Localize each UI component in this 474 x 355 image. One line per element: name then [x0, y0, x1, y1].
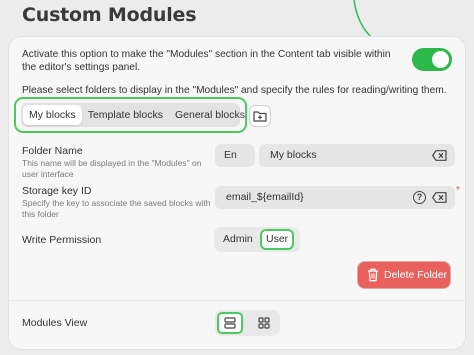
delete-folder-button[interactable]: Delete Folder	[358, 262, 450, 288]
modules-description: Activate this option to make the "Module…	[22, 49, 391, 73]
folder-name-input[interactable]: My blocks	[259, 144, 455, 167]
toggle-knob	[432, 51, 449, 68]
storage-key-label: Storage key ID	[22, 185, 92, 197]
settings-panel: Activate this option to make the "Module…	[9, 37, 465, 349]
divider	[9, 300, 465, 301]
folder-name-label: Folder Name	[22, 145, 83, 157]
tab-general-blocks[interactable]: General blocks	[169, 105, 251, 125]
folder-name-value: My blocks	[270, 149, 317, 161]
list-view-button[interactable]	[217, 312, 243, 334]
storage-key-help: Specify the key to associate the saved b…	[22, 198, 211, 219]
modules-view-label: Modules View	[22, 317, 88, 329]
folders-instruction: Please select folders to display in the …	[22, 85, 447, 96]
permission-admin-button[interactable]: Admin	[217, 229, 259, 250]
trash-icon	[368, 268, 378, 282]
folder-tabs: My blocks Template blocks General blocks	[14, 97, 247, 133]
storage-key-input[interactable]: email_${emailId} ?	[215, 186, 455, 209]
list-view-icon	[224, 317, 236, 329]
tab-my-blocks[interactable]: My blocks	[23, 105, 82, 125]
folder-name-help: This name will be displayed in the "Modu…	[22, 158, 202, 179]
grid-view-button[interactable]	[251, 312, 277, 334]
language-select[interactable]: En	[215, 144, 255, 167]
clear-icon[interactable]	[432, 192, 447, 203]
required-marker: *	[456, 185, 460, 196]
write-permission-toggle: Admin User	[214, 227, 300, 252]
storage-key-value: email_${emailId}	[226, 191, 304, 203]
permission-user-button[interactable]: User	[260, 229, 295, 250]
tab-template-blocks[interactable]: Template blocks	[82, 105, 169, 125]
modules-toggle[interactable]	[412, 48, 452, 71]
modules-view-toggle	[215, 310, 280, 336]
grid-view-icon	[258, 317, 270, 329]
write-permission-label: Write Permission	[22, 234, 102, 246]
add-folder-button[interactable]	[249, 105, 271, 127]
clear-icon[interactable]	[432, 150, 447, 161]
delete-folder-label: Delete Folder	[384, 269, 448, 281]
folder-tabs-track: My blocks Template blocks General blocks	[21, 103, 245, 127]
help-icon[interactable]: ?	[413, 191, 426, 204]
page-title: Custom Modules	[22, 4, 197, 26]
folder-plus-icon	[253, 111, 267, 122]
